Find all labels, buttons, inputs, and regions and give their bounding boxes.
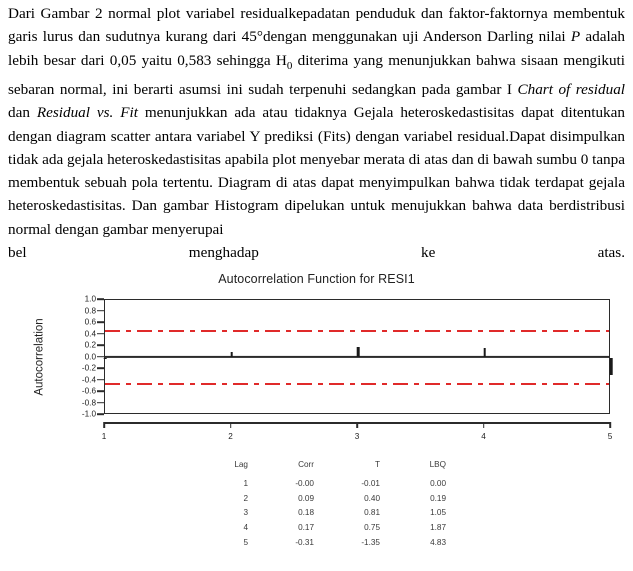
chart-title: Autocorrelation Function for RESI1 — [218, 272, 415, 286]
table-row: 1 -0.00 -0.01 0.00 — [206, 476, 446, 491]
cell-corr: -0.00 — [295, 478, 314, 488]
y-axis-tick-label: 0.4 — [84, 329, 96, 338]
x-axis-tick — [482, 422, 485, 428]
cell-t: -0.01 — [361, 478, 380, 488]
x-axis-tick — [609, 422, 611, 428]
narrative-paragraph: Dari Gambar 2 normal plot variabel resid… — [8, 2, 625, 264]
narrative-segment: Dari Gambar 2 normal plot variabel resid… — [8, 5, 625, 46]
acf-spike — [483, 347, 486, 358]
cell-lbq: 4.83 — [430, 537, 446, 547]
last-line-word: ke — [421, 244, 436, 261]
cell-t: 0.81 — [364, 508, 380, 518]
table-header-row: Lag Corr T LBQ — [206, 457, 446, 476]
x-axis-tick-label: 5 — [607, 432, 613, 441]
narrative-last-line: bel menghadap ke atas. — [8, 241, 625, 264]
last-line-word: atas. — [597, 244, 625, 261]
narrative-segment: menunjukkan ada atau tidaknya Gejala het… — [8, 104, 625, 238]
y-axis-title: Autocorrelation — [34, 317, 47, 396]
lower-confidence-bound — [105, 382, 609, 386]
cell-t: 0.75 — [364, 523, 380, 533]
x-axis-tick-label: 4 — [481, 432, 486, 441]
y-axis-tick-label: -1.0 — [81, 409, 96, 419]
x-axis-tick-label: 3 — [354, 432, 360, 441]
y-axis-tick-label: 0.6 — [84, 317, 96, 327]
cell-lag: 2 — [243, 493, 248, 503]
acf-spike — [609, 357, 613, 376]
acf-spike — [103, 357, 107, 359]
cell-corr: -0.31 — [295, 537, 314, 547]
y-axis-tick — [97, 298, 104, 300]
x-axis-tick — [356, 422, 358, 428]
y-axis-tick — [97, 367, 104, 369]
y-axis-tick-label: -0.2 — [81, 363, 96, 373]
narrative-segment: Residual vs. Fit — [36, 104, 138, 122]
y-axis-tick — [97, 344, 104, 346]
y-axis-tick — [97, 309, 104, 312]
y-axis-tick — [97, 390, 104, 392]
y-axis-tick — [97, 413, 104, 415]
cell-lag: 1 — [243, 478, 248, 488]
cell-corr: 0.17 — [298, 523, 314, 533]
acf-chart: Autocorrelation Function for RESI1 Autoc… — [0, 272, 633, 457]
y-axis-tick-label: 0.8 — [84, 306, 96, 315]
cell-lbq: 1.87 — [430, 523, 446, 533]
column-header-t: T — [374, 459, 380, 469]
cell-lag: 5 — [243, 537, 248, 547]
table-row: 4 0.17 0.75 1.87 — [206, 520, 446, 535]
y-axis-tick — [97, 401, 104, 404]
table-row: 5 -0.31 -1.35 4.83 — [206, 535, 446, 550]
y-axis-tick-label: 0.0 — [84, 352, 96, 361]
x-axis-tick — [229, 422, 232, 428]
x-axis-tick-label: 1 — [101, 432, 107, 441]
y-axis-tick-label: 1.0 — [84, 294, 96, 304]
table-row: 3 0.18 0.81 1.05 — [206, 505, 446, 520]
acf-data-table: Lag Corr T LBQ 1 -0.00 -0.01 0.00 2 0.09 0.40 0… — [206, 457, 446, 550]
last-line-word: menghadap — [188, 244, 259, 261]
narrative-segment: Chart of residual — [517, 80, 626, 98]
cell-corr: 0.09 — [298, 493, 314, 503]
y-axis-tick-label: -0.8 — [81, 398, 96, 407]
y-axis-tick-label: -0.4 — [81, 375, 96, 384]
y-axis-tick-label: 0.2 — [84, 340, 96, 350]
cell-lag: 4 — [243, 523, 248, 533]
last-line-word: bel — [8, 244, 27, 261]
y-axis-tick — [97, 321, 104, 323]
acf-spike — [230, 352, 233, 358]
cell-lbq: 0.00 — [430, 478, 446, 488]
x-axis-tick-label: 2 — [228, 432, 233, 441]
table-body: 1 -0.00 -0.01 0.00 2 0.09 0.40 0.19 3 0.18 0.81 1.0… — [206, 476, 446, 550]
y-axis-tick — [97, 378, 104, 381]
narrative-segment: dan — [8, 104, 37, 122]
column-header-corr: Corr — [298, 459, 314, 469]
column-header-lbq: LBQ — [429, 459, 446, 469]
cell-t: 0.40 — [364, 493, 380, 503]
cell-corr: 0.18 — [298, 508, 314, 518]
cell-t: -1.35 — [361, 537, 380, 547]
y-axis-tick — [97, 332, 104, 335]
cell-lag: 3 — [243, 508, 248, 518]
acf-spike — [356, 347, 360, 358]
x-axis-tick — [103, 422, 105, 428]
cell-lbq: 0.19 — [430, 493, 446, 503]
table-row: 2 0.09 0.40 0.19 — [206, 491, 446, 506]
cell-lbq: 1.05 — [430, 508, 446, 518]
narrative-segment: P — [570, 28, 581, 46]
y-axis-tick-labels: 1.0 0.8 0.6 0.4 0.2 0.0 -0.2 -0.4 -0.6 -0.8 -1.0 — [60, 295, 96, 419]
y-axis-tick-label: -0.6 — [81, 386, 96, 396]
plot-area — [103, 299, 613, 414]
upper-confidence-bound — [105, 329, 609, 333]
narrative-body: Dari Gambar 2 normal plot variabel resid… — [8, 5, 625, 238]
column-header-lag: Lag — [234, 459, 248, 469]
